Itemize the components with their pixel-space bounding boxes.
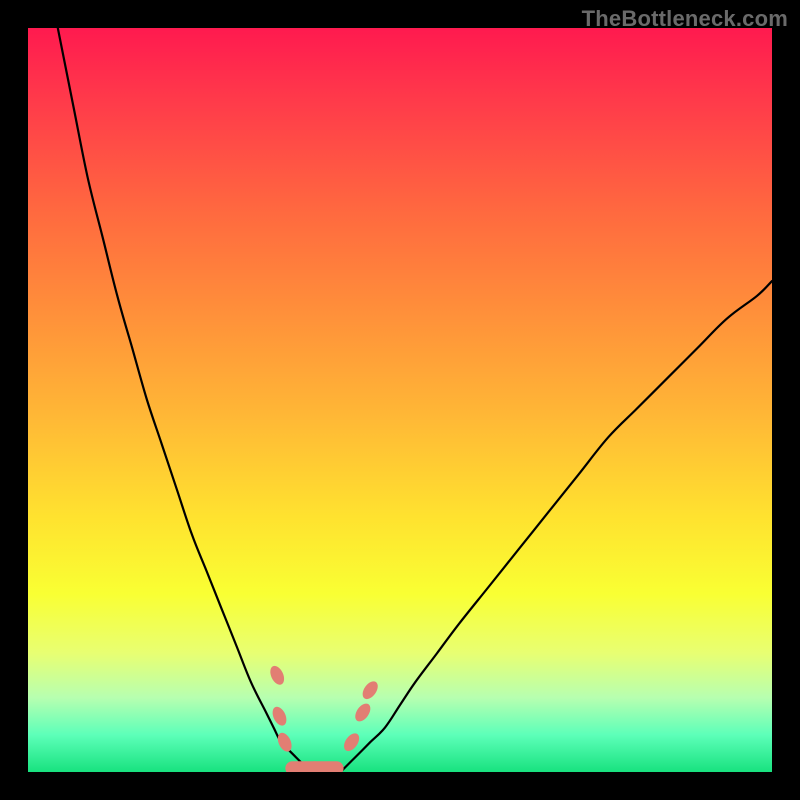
bottleneck-curve-left	[58, 28, 311, 772]
marker-lozenge	[360, 679, 381, 702]
marker-lozenge	[352, 701, 373, 724]
watermark-text: TheBottleneck.com	[582, 6, 788, 32]
plot-svg	[28, 28, 772, 772]
data-markers	[268, 664, 381, 772]
marker-sausage	[285, 761, 321, 772]
marker-lozenge	[268, 664, 287, 687]
marker-lozenge	[341, 731, 362, 754]
marker-lozenge	[275, 731, 294, 754]
gradient-plot-area	[28, 28, 772, 772]
bottleneck-curve-right	[341, 281, 773, 772]
marker-lozenge	[270, 705, 289, 728]
marker-sausage	[308, 761, 344, 772]
